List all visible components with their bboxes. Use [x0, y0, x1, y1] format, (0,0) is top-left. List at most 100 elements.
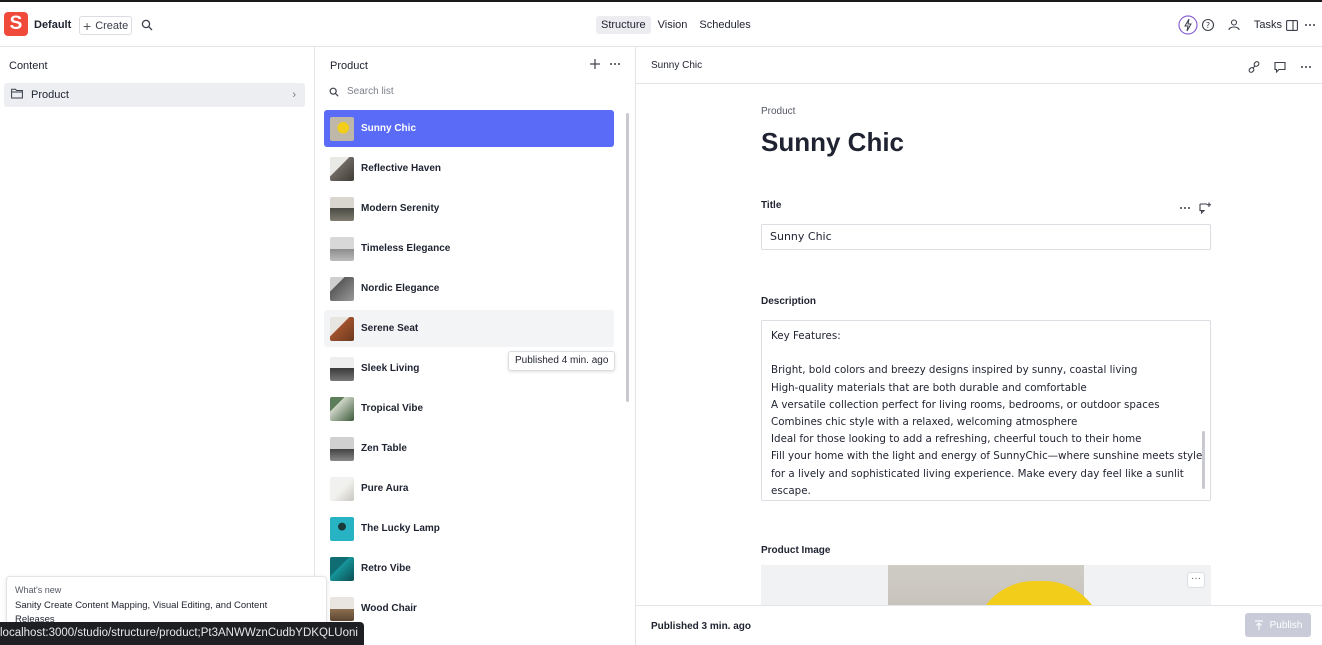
description-line: A versatile collection perfect for livin…	[771, 398, 1160, 411]
list-item[interactable]: The Lucky Lamp	[324, 510, 614, 547]
top-bar: S Default + Create Structure Vision Sche…	[0, 0, 1322, 47]
create-button[interactable]: + Create	[79, 16, 132, 35]
chevron-right-icon: ›	[292, 89, 296, 101]
main-nav: Structure Vision Schedules	[596, 16, 756, 34]
image-menu-button[interactable]: ···	[1187, 572, 1205, 588]
list-item[interactable]: Zen Table	[324, 430, 614, 467]
title-field-actions	[1179, 202, 1211, 214]
description-textarea[interactable]: Key Features: Bright, bold colors and br…	[761, 320, 1211, 501]
title-field-label: Title	[761, 200, 782, 211]
list-item-label: Sunny Chic	[361, 123, 417, 134]
product-thumbnail	[330, 277, 354, 301]
link-icon[interactable]	[1244, 57, 1264, 77]
search-icon[interactable]	[141, 19, 153, 31]
description-line: Key Features:	[771, 330, 841, 342]
more-icon[interactable]	[1300, 15, 1320, 35]
publish-status: Published 3 min. ago	[651, 621, 752, 632]
tasks-button[interactable]: Tasks	[1254, 19, 1298, 31]
content-pane-title: Content	[9, 60, 48, 72]
list-item-label: Tropical Vibe	[361, 403, 424, 414]
list-item[interactable]: Retro Vibe	[324, 550, 614, 587]
search-placeholder: Search list	[347, 86, 394, 97]
content-item-product[interactable]: Product ›	[4, 83, 305, 107]
list-item-label: Modern Serenity	[361, 203, 440, 214]
nav-structure[interactable]: Structure	[596, 16, 651, 34]
description-line: for a lively and sophisticated living ex…	[771, 467, 1184, 480]
document-pane: Sunny Chic Product Sunny Chic Title Sunn…	[636, 47, 1322, 645]
list-item[interactable]: Tropical Vibe	[324, 390, 614, 427]
tasks-label: Tasks	[1253, 19, 1282, 31]
panel-icon	[1286, 19, 1298, 31]
list-item-label: Reflective Haven	[361, 163, 442, 174]
publish-icon	[1254, 620, 1263, 630]
more-icon[interactable]	[1296, 57, 1316, 77]
list-item[interactable]: Reflective Haven	[324, 150, 614, 187]
description-line: Combines chic style with a relaxed, welc…	[771, 416, 1078, 428]
list-item-label: Sleek Living	[361, 363, 420, 374]
add-comment-icon[interactable]	[1199, 202, 1211, 214]
list-item[interactable]: Serene Seat	[324, 310, 614, 347]
list-item[interactable]: Modern Serenity	[324, 190, 614, 227]
top-right-tools: ? Tasks	[1178, 14, 1322, 36]
plus-icon: +	[83, 17, 92, 34]
user-avatar-icon[interactable]	[1224, 15, 1244, 35]
product-thumbnail	[330, 157, 354, 181]
description-line: Ideal for those looking to add a refresh…	[771, 433, 1142, 446]
list-item[interactable]: Timeless Elegance	[324, 230, 614, 267]
document-type-label: Product	[761, 106, 796, 117]
document-header-title: Sunny Chic	[651, 60, 703, 71]
product-thumbnail	[330, 517, 354, 541]
content-pane: Content Product ›	[0, 47, 315, 645]
description-line	[771, 345, 1201, 362]
search-list-input[interactable]: Search list	[329, 86, 394, 97]
folder-icon	[11, 88, 23, 99]
comment-icon[interactable]	[1270, 57, 1290, 77]
help-icon[interactable]: ?	[1198, 15, 1218, 35]
sanity-logo[interactable]: S	[4, 12, 28, 36]
workspace-name[interactable]: Default	[34, 19, 71, 31]
description-scrollbar[interactable]	[1202, 431, 1205, 489]
document-footer: Published 3 min. ago Publish	[636, 605, 1322, 645]
list-item-label: Serene Seat	[361, 323, 419, 334]
add-icon[interactable]	[589, 58, 601, 70]
product-pane-actions	[589, 58, 621, 70]
whats-new-label: What's new	[15, 585, 62, 595]
list-item[interactable]: Pure Aura	[324, 470, 614, 507]
published-tooltip: Published 4 min. ago	[508, 351, 616, 371]
status-url-bar: localhost:3000/studio/structure/product;…	[0, 622, 364, 645]
product-image-label: Product Image	[761, 545, 831, 556]
document-title: Sunny Chic	[761, 127, 905, 157]
search-icon	[329, 87, 339, 97]
more-icon[interactable]	[609, 58, 621, 70]
nav-vision[interactable]: Vision	[653, 16, 693, 34]
list-item[interactable]: Sunny Chic	[324, 110, 614, 147]
product-thumbnail	[330, 117, 354, 141]
list-item-label: Nordic Elegance	[361, 283, 440, 294]
list-item-label: Pure Aura	[361, 483, 409, 494]
list-item-label: Retro Vibe	[361, 563, 411, 574]
document-header: Sunny Chic	[636, 47, 1322, 84]
list-item[interactable]: Nordic Elegance	[324, 270, 614, 307]
product-thumbnail	[330, 397, 354, 421]
more-icon[interactable]	[1179, 202, 1191, 214]
publish-button[interactable]: Publish	[1245, 613, 1311, 637]
title-input[interactable]: Sunny Chic	[761, 224, 1211, 250]
list-scrollbar[interactable]	[626, 113, 629, 402]
create-button-label: Create	[95, 19, 129, 32]
content-item-label: Product	[31, 89, 69, 101]
product-thumbnail	[330, 597, 354, 621]
product-thumbnail	[330, 557, 354, 581]
list-item-label: Timeless Elegance	[361, 243, 451, 254]
ai-assist-icon[interactable]	[1178, 15, 1198, 35]
product-thumbnail	[330, 477, 354, 501]
product-pane: Product Search list Sunny Chic Reflectiv…	[315, 47, 636, 645]
nav-schedules[interactable]: Schedules	[694, 16, 755, 34]
description-line: High-quality materials that are both dur…	[771, 381, 1087, 394]
product-thumbnail	[330, 197, 354, 221]
product-thumbnail	[330, 437, 354, 461]
description-field-label: Description	[761, 296, 817, 307]
list-item[interactable]: Wood Chair	[324, 590, 614, 627]
description-line: escape.	[771, 484, 811, 497]
publish-label: Publish	[1269, 619, 1303, 631]
document-header-actions	[1244, 57, 1316, 77]
